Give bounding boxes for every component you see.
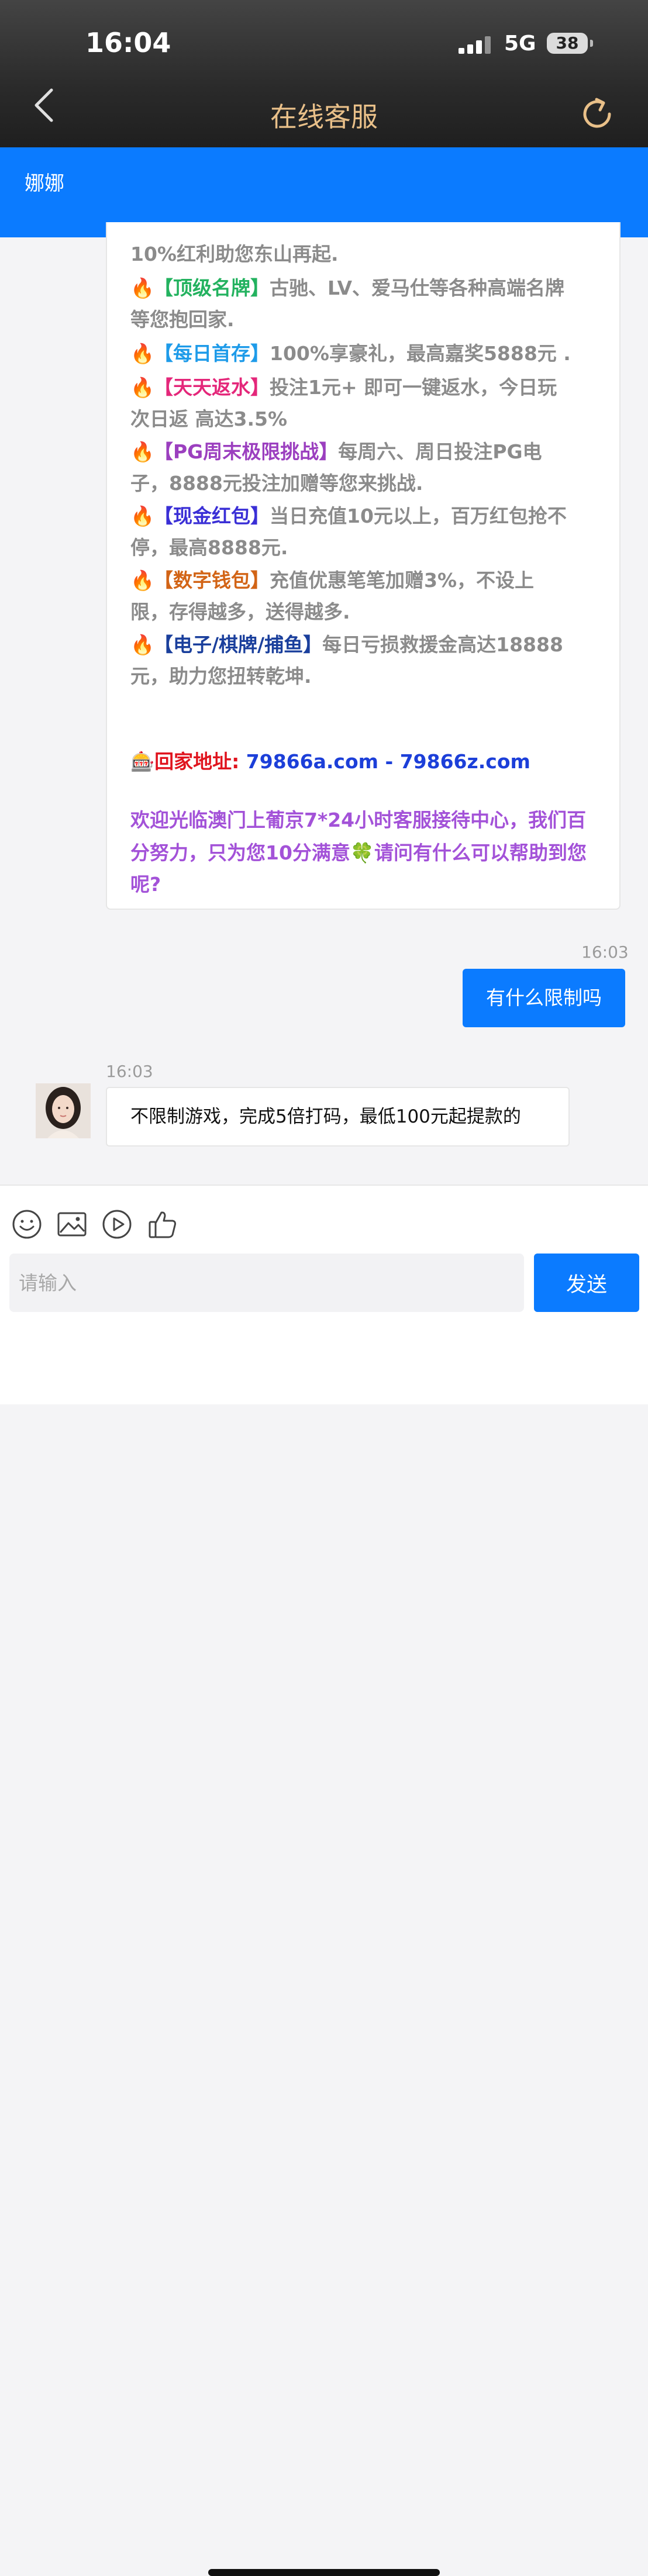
promo-item-4: 🔥【PG周末极限挑战】每周六、周日投注PG电	[130, 436, 542, 464]
promo-text-cont: 停，最高8888元.	[130, 536, 288, 559]
welcome-text: 呢?	[130, 873, 161, 896]
fire-icon: 🔥	[130, 633, 155, 656]
status-time: 16:04	[85, 27, 171, 58]
signal-icon	[459, 36, 494, 54]
thumbs-up-button[interactable]	[147, 1209, 178, 1239]
image-icon	[57, 1212, 87, 1237]
message-timestamp: 16:03	[106, 1062, 153, 1081]
send-button[interactable]: 发送	[534, 1254, 639, 1312]
refresh-icon	[583, 98, 611, 128]
video-button[interactable]	[102, 1209, 132, 1239]
message-timestamp: 16:03	[581, 942, 629, 962]
promo-item-3: 🔥【天天返水】投注1元+ 即可一键返水，今日玩	[130, 372, 557, 400]
promo-text: 每日亏损救援金高达18888	[322, 633, 563, 656]
promo-line: 10%红利助您东山再起.	[130, 243, 339, 265]
promo-text: 当日充值10元以上，百万红包抢不	[270, 505, 567, 527]
address-label: 回家地址:	[154, 750, 240, 773]
slot-machine-icon: 🎰	[130, 750, 155, 773]
fire-icon: 🔥	[130, 569, 155, 592]
fire-icon: 🔥	[130, 342, 155, 365]
thumbs-up-icon	[149, 1211, 176, 1238]
promo-text-cont: 子，8888元投注加赠等您来挑战.	[130, 472, 423, 495]
agent-avatar[interactable]	[36, 1083, 91, 1138]
promo-tag: 【电子/棋牌/捕鱼】	[154, 633, 323, 656]
promo-text: 100%享豪礼，最高嘉奖5888元 .	[270, 342, 571, 365]
promo-text-cont: 次日返 高达3.5%	[130, 408, 288, 430]
video-icon	[102, 1210, 132, 1239]
fire-icon: 🔥	[130, 376, 155, 399]
promo-text: 充值优惠笔笔加赠3%，不设上	[270, 569, 535, 592]
agent-name: 娜娜	[25, 172, 64, 195]
message-input[interactable]	[9, 1254, 524, 1312]
promo-tag: 【PG周末极限挑战】	[154, 440, 339, 463]
promo-text: 投注1元+ 即可一键返水，今日玩	[270, 376, 557, 399]
welcome-text: 分努力，只为您10分满意🍀请问有什么可以帮助到您	[130, 841, 587, 864]
network-type: 5G	[504, 32, 536, 56]
promo-item-2: 🔥【每日首存】100%享豪礼，最高嘉奖5888元 .	[130, 338, 571, 366]
promo-tag: 【顶级名牌】	[154, 277, 270, 299]
image-button[interactable]	[57, 1209, 87, 1239]
promo-message-bubble: 10%红利助您东山再起. 🔥【顶级名牌】古驰、LV、爱马仕等各种高端名牌 等您抱…	[106, 222, 621, 910]
promo-tag: 【每日首存】	[154, 342, 270, 365]
promo-text-cont: 限，存得越多，送得越多.	[130, 600, 350, 623]
fire-icon: 🔥	[130, 440, 155, 463]
promo-item-7: 🔥【电子/棋牌/捕鱼】每日亏损救援金高达18888	[130, 629, 563, 657]
fire-icon: 🔥	[130, 277, 155, 299]
promo-text-cont: 元，助力您扭转乾坤.	[130, 665, 312, 688]
page-title: 在线客服	[270, 101, 378, 133]
promo-tag: 【现金红包】	[154, 505, 270, 527]
input-area: 发送	[0, 1185, 648, 2576]
promo-tag: 【天天返水】	[154, 376, 270, 399]
top-header: 16:04 5G 38 在线客服	[0, 0, 648, 147]
battery-icon: 38	[547, 33, 593, 54]
promo-item-1: 🔥【顶级名牌】古驰、LV、爱马仕等各种高端名牌	[130, 272, 564, 301]
avatar-image	[36, 1083, 91, 1138]
fire-icon: 🔥	[130, 505, 155, 527]
promo-item-6: 🔥【数字钱包】充值优惠笔笔加赠3%，不设上	[130, 565, 534, 593]
refresh-button[interactable]	[579, 96, 615, 132]
promo-tag: 【数字钱包】	[154, 569, 270, 592]
welcome-text: 欢迎光临澳门上葡京7*24小时客服接待中心，我们百	[130, 809, 587, 831]
agent-reply-bubble: 不限制游戏，完成5倍打码，最低100元起提款的	[106, 1087, 570, 1147]
emoji-icon	[12, 1210, 42, 1239]
address-line: 🎰回家地址: 79866a.com - 79866z.com	[130, 746, 530, 774]
promo-text: 每周六、周日投注PG电	[338, 440, 542, 463]
home-indicator	[208, 2569, 440, 2576]
promo-text-cont: 等您抱回家.	[130, 308, 235, 331]
promo-text: 古驰、LV、爱马仕等各种高端名牌	[270, 277, 565, 299]
emoji-button[interactable]	[12, 1209, 42, 1239]
user-message-bubble: 有什么限制吗	[463, 969, 625, 1027]
promo-item-5: 🔥【现金红包】当日充值10元以上，百万红包抢不	[130, 500, 567, 529]
address-links[interactable]: 79866a.com - 79866z.com	[246, 750, 530, 773]
